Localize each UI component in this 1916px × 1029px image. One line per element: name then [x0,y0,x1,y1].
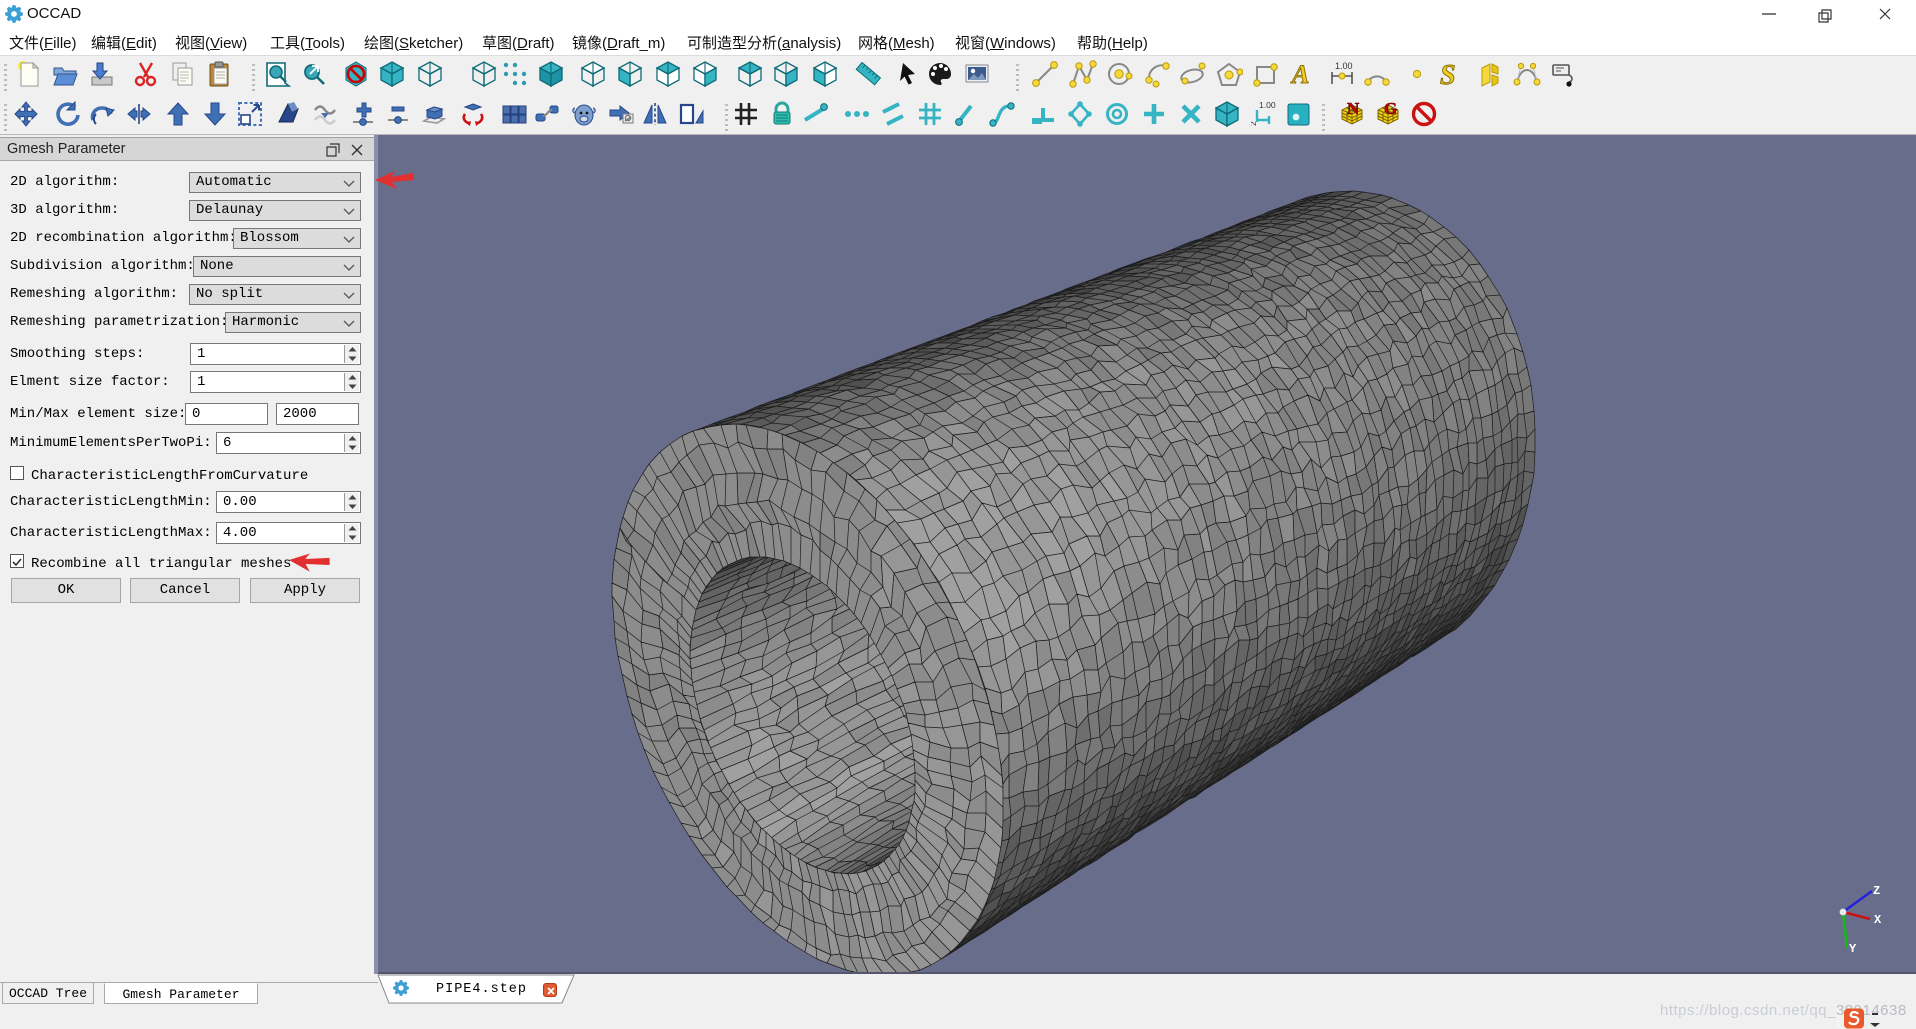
svg-text:N: N [1347,100,1360,118]
svg-text:A: A [1290,60,1309,88]
svg-text:G: G [1384,100,1397,118]
svg-text:1.00: 1.00 [1259,100,1276,110]
svg-text:2: 2 [1251,121,1258,126]
svg-text:S: S [1440,60,1456,88]
svg-text:X: X [1874,913,1882,927]
svg-text:1.00: 1.00 [1335,61,1353,71]
svg-text:Z: Z [1873,884,1880,898]
svg-text:Y: Y [1849,942,1857,956]
